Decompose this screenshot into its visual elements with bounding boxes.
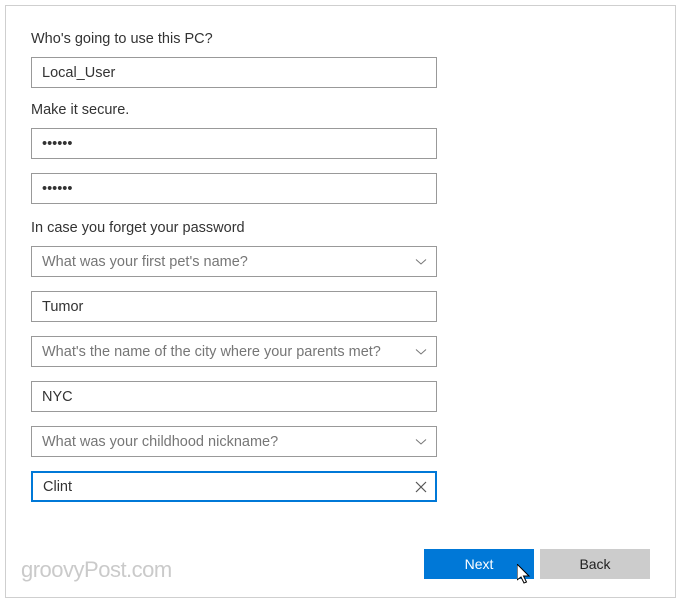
next-button[interactable]: Next: [424, 549, 534, 579]
security-answer-1-input[interactable]: [31, 291, 437, 322]
forget-label: In case you forget your password: [31, 220, 675, 236]
security-question-3-select[interactable]: What was your childhood nickname?: [31, 426, 437, 457]
security-question-1-select[interactable]: What was your first pet's name?: [31, 246, 437, 277]
security-answer-2-input[interactable]: [31, 381, 437, 412]
secure-label: Make it secure.: [31, 102, 675, 118]
password-input[interactable]: [31, 128, 437, 159]
username-input[interactable]: [31, 57, 437, 88]
security-question-2-text: What's the name of the city where your p…: [42, 344, 381, 360]
clear-icon[interactable]: [413, 479, 429, 495]
security-answer-3-input[interactable]: [31, 471, 437, 502]
password-confirm-input[interactable]: [31, 173, 437, 204]
security-question-2-select[interactable]: What's the name of the city where your p…: [31, 336, 437, 367]
security-question-1-text: What was your first pet's name?: [42, 254, 248, 270]
back-button[interactable]: Back: [540, 549, 650, 579]
security-question-3-text: What was your childhood nickname?: [42, 434, 278, 450]
watermark-text: groovyPost.com: [21, 557, 172, 583]
who-label: Who's going to use this PC?: [31, 31, 675, 47]
